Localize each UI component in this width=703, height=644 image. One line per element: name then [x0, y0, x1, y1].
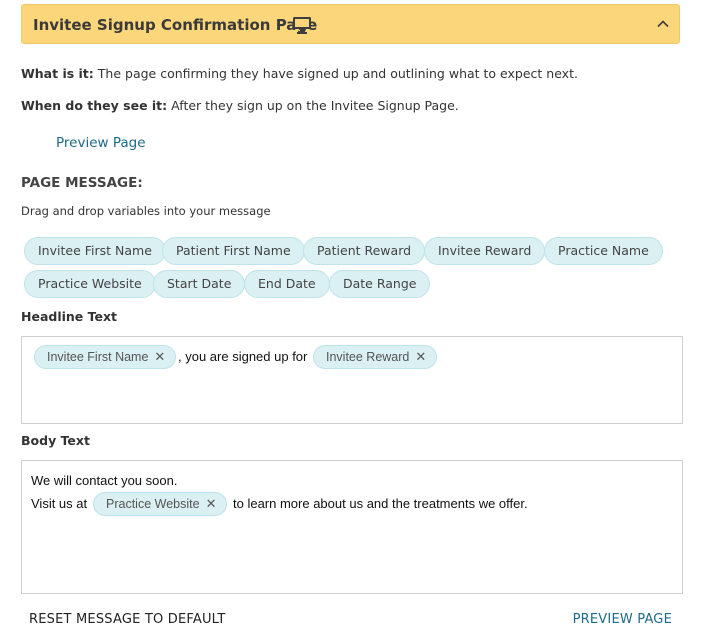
when-text: After they sign up on the Invitee Signup…: [171, 98, 459, 113]
variable-chip-practice-name[interactable]: Practice Name: [544, 237, 663, 265]
panel-title: Invitee Signup Confirmation Page: [33, 16, 318, 34]
headline-token-invitee-reward[interactable]: Invitee Reward ✕: [313, 345, 438, 369]
preview-page-link[interactable]: Preview Page: [56, 135, 146, 151]
remove-icon[interactable]: ✕: [206, 493, 217, 515]
when-label: When do they see it:: [21, 98, 168, 113]
headline-text: , you are signed up for: [178, 349, 308, 364]
page-message-title: PAGE MESSAGE:: [21, 175, 143, 191]
body-line-2-after: to learn more about us and the treatment…: [233, 496, 528, 511]
variable-chip-patient-first-name[interactable]: Patient First Name: [162, 237, 305, 265]
variable-chip-patient-reward[interactable]: Patient Reward: [303, 237, 426, 265]
body-editor[interactable]: We will contact you soon. Visit us at Pr…: [21, 460, 683, 594]
variable-chip-end-date[interactable]: End Date: [244, 270, 330, 298]
token-label: Practice Website: [106, 497, 200, 511]
what-is-it-label: What is it:: [21, 66, 94, 81]
variable-chip-start-date[interactable]: Start Date: [153, 270, 246, 298]
preview-page-button[interactable]: PREVIEW PAGE: [573, 612, 672, 627]
variable-chip-invitee-reward[interactable]: Invitee Reward: [424, 237, 546, 265]
token-label: Invitee Reward: [326, 350, 410, 364]
drag-drop-hint: Drag and drop variables into your messag…: [21, 204, 271, 218]
headline-token-invitee-first-name[interactable]: Invitee First Name ✕: [34, 345, 177, 369]
variable-chip-practice-website[interactable]: Practice Website: [24, 270, 156, 298]
body-line-2-before: Visit us at: [31, 496, 88, 511]
panel-header[interactable]: Invitee Signup Confirmation Page: [21, 4, 680, 44]
token-label: Invitee First Name: [47, 350, 149, 364]
what-is-it-text: The page confirming they have signed up …: [97, 66, 578, 81]
headline-editor[interactable]: Invitee First Name ✕ , you are signed up …: [21, 336, 683, 424]
when-row: When do they see it: After they sign up …: [21, 98, 459, 113]
variable-chip-date-range[interactable]: Date Range: [329, 270, 431, 298]
variable-chip-invitee-first-name[interactable]: Invitee First Name: [24, 237, 166, 265]
monitor-icon: [293, 17, 311, 34]
reset-message-button[interactable]: RESET MESSAGE TO DEFAULT: [29, 612, 225, 627]
remove-icon[interactable]: ✕: [154, 346, 165, 368]
headline-label: Headline Text: [21, 309, 118, 324]
what-is-it-row: What is it: The page confirming they hav…: [21, 66, 578, 81]
body-line-1: We will contact you soon.: [31, 473, 178, 488]
remove-icon[interactable]: ✕: [415, 346, 426, 368]
body-token-practice-website[interactable]: Practice Website ✕: [93, 492, 228, 516]
body-label: Body Text: [21, 433, 90, 448]
chevron-up-icon[interactable]: [657, 19, 669, 29]
